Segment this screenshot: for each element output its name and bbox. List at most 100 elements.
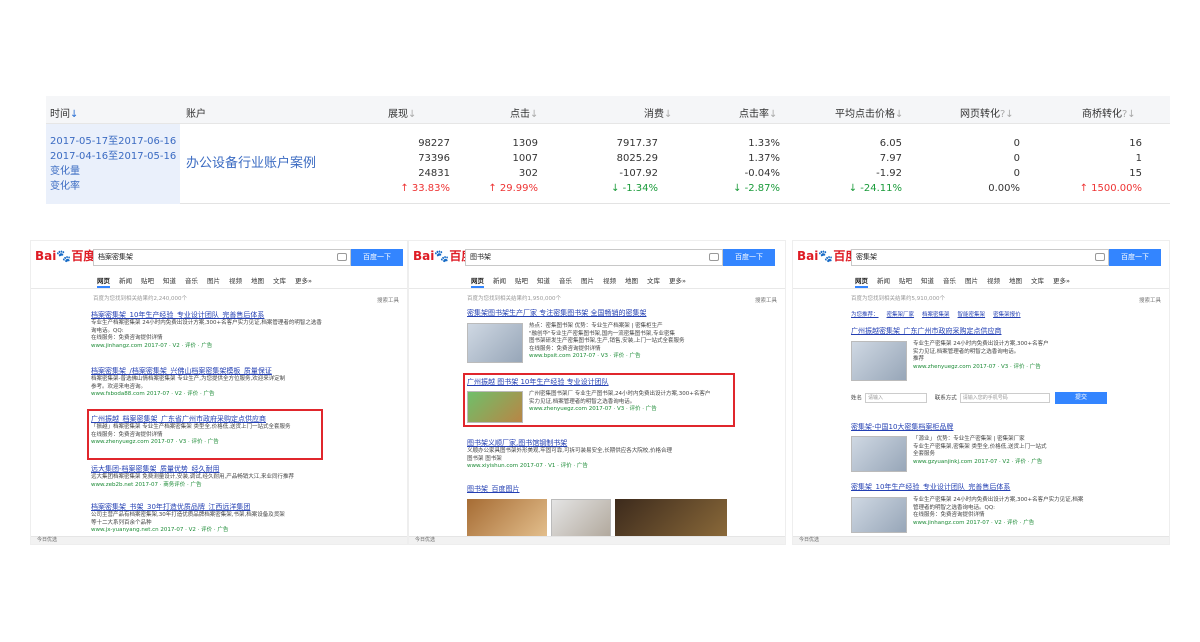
cabinet-thumbnail[interactable] xyxy=(851,341,907,381)
result-url[interactable]: www.xiyishun.com 2017-07 · V1 · 评价 · 广告 xyxy=(467,463,672,471)
camera-icon[interactable] xyxy=(709,253,719,261)
tab-item[interactable]: 密集架报价 xyxy=(993,312,1021,318)
tab-item[interactable]: 档案密集架 xyxy=(922,312,950,318)
tab-item[interactable]: 新闻 xyxy=(119,275,132,285)
result-title-link[interactable]: 密集架_10年生产经验_专业设计团队_完善售后体系 xyxy=(851,483,1010,492)
tab-item[interactable]: 知道 xyxy=(163,275,176,285)
col-cost[interactable]: 消费↓ xyxy=(644,105,672,120)
result-url[interactable]: www.gzyuanjinkj.com 2017-07 · V2 · 评价 · … xyxy=(913,459,1047,467)
period-previous: 2017-04-16至2017-05-16 xyxy=(50,151,177,162)
tab-item[interactable]: 更多» xyxy=(295,275,312,285)
tab-item[interactable]: 音乐 xyxy=(943,275,956,285)
cabinet-thumbnail-2[interactable] xyxy=(851,436,907,472)
tab-item[interactable]: 图片 xyxy=(965,275,978,285)
camera-icon[interactable] xyxy=(1095,253,1105,261)
result-count: 百度为您找到相关结果约2,240,000个 xyxy=(93,296,187,302)
baidu-logo[interactable]: Bai🐾百度 xyxy=(35,248,95,264)
tab-item[interactable]: 视频 xyxy=(229,275,242,285)
tab-item[interactable]: 文库 xyxy=(1031,275,1044,285)
tab-item[interactable]: 地图 xyxy=(625,275,638,285)
result-url[interactable]: www.bpsit.com 2017-07 · V3 · 评价 · 广告 xyxy=(529,353,685,361)
tab-item[interactable]: 贴吧 xyxy=(141,275,154,285)
search-tools[interactable]: 搜索工具 xyxy=(1139,296,1161,304)
search-tools[interactable]: 搜索工具 xyxy=(755,296,777,304)
tab-item[interactable]: 地图 xyxy=(1009,275,1022,285)
tab-item[interactable]: 视频 xyxy=(603,275,616,285)
col-time[interactable]: 时间↓ xyxy=(50,105,78,120)
result-title-link[interactable]: 密集架图书架生产厂家 专注密集图书架 全国畅销的密集架 xyxy=(467,309,646,318)
tab-item[interactable]: 密集架厂家 xyxy=(887,312,915,318)
result-url[interactable]: www.zhenyuegz.com 2017-07 · V3 · 评价 · 广告 xyxy=(913,364,1049,372)
result-title-link[interactable]: 广州振越密集架_广东广州市政府采购定点供应商 xyxy=(851,327,1002,336)
result-title-link[interactable]: 远大集团-档案密集架_质量优势_经久耐用 xyxy=(91,465,294,474)
tab-item[interactable]: 网页 xyxy=(471,275,484,288)
result-title-link[interactable]: 图书架_百度图片 xyxy=(467,485,520,494)
tab-item[interactable]: 网页 xyxy=(855,275,868,288)
result-title-link[interactable]: 档案密集架_/档案密集架_兴佛山档案密集架模板_质量保证 xyxy=(91,367,285,376)
search-input[interactable]: 档案密集架 xyxy=(93,249,351,266)
baidu-logo[interactable]: Bai🐾百度 xyxy=(797,248,857,264)
stat-cell: 1.37% xyxy=(748,153,780,164)
cabinet-thumbnail-3[interactable] xyxy=(851,497,907,533)
result-url[interactable]: www.jx-yuanyang.net.cn 2017-07 · V2 · 评价… xyxy=(91,527,285,535)
search-input[interactable]: 图书架 xyxy=(465,249,723,266)
tab-item[interactable]: 文库 xyxy=(273,275,286,285)
contact-input[interactable]: 请输入您的手机号码 xyxy=(959,393,1050,403)
image-result-2[interactable] xyxy=(551,499,611,539)
col-impressions[interactable]: 展现↓ xyxy=(388,105,416,120)
divider xyxy=(793,288,1169,289)
tab-item[interactable]: 音乐 xyxy=(185,275,198,285)
search-button[interactable]: 百度一下 xyxy=(723,249,775,266)
tab-item[interactable]: 贴吧 xyxy=(515,275,528,285)
tab-item[interactable]: 更多» xyxy=(1053,275,1070,285)
tab-item[interactable]: 视频 xyxy=(987,275,1000,285)
highlight-box xyxy=(87,409,323,460)
col-ctr[interactable]: 点击率↓ xyxy=(739,105,777,120)
result-url[interactable]: www.zeb2b.net 2017-07 · 商务评价 · 广告 xyxy=(91,482,294,490)
image-result-3[interactable] xyxy=(615,499,727,539)
result-title-link[interactable]: 档案密集架_书架_30年打造优质品牌_江西远洋集团 xyxy=(91,503,285,512)
submit-button[interactable]: 提交 xyxy=(1055,392,1107,404)
image-result-1[interactable] xyxy=(467,499,547,539)
col-avg-cpc[interactable]: 平均点击价格↓ xyxy=(835,105,903,120)
tab-item[interactable]: 文库 xyxy=(647,275,660,285)
name-input[interactable]: 请输入 xyxy=(865,393,928,403)
tab-item[interactable]: 知道 xyxy=(921,275,934,285)
search-button[interactable]: 百度一下 xyxy=(1109,249,1161,266)
tab-item[interactable]: 网页 xyxy=(97,275,110,288)
camera-icon[interactable] xyxy=(337,253,347,261)
tab-item[interactable]: 更多» xyxy=(669,275,686,285)
col-clicks[interactable]: 点击↓ xyxy=(510,105,538,120)
result-url[interactable]: www.zhenyuegz.com 2017-07 · V3 · 评价 · 广告 xyxy=(529,406,710,414)
result-title-link[interactable]: 档案密集架_10年生产经验_专业设计团队_完善售后体系 xyxy=(91,311,322,320)
tab-item[interactable]: 知道 xyxy=(537,275,550,285)
library-thumbnail[interactable] xyxy=(467,391,523,423)
result-title-link[interactable]: 广州振越 图书架 10年生产经验 专业设计团队 xyxy=(467,378,609,387)
recommend-tabs[interactable]: 为您推荐： 密集架厂家 档案密集架 智能密集架 密集架报价 xyxy=(851,310,1029,318)
tab-item[interactable]: 智能密集架 xyxy=(958,312,986,318)
tab-item[interactable]: 新闻 xyxy=(877,275,890,285)
result-url[interactable]: www.fsboda88.com 2017-07 · V2 · 评价 · 广告 xyxy=(91,391,285,399)
stat-cell: 0.00% xyxy=(988,183,1020,194)
tab-item[interactable]: 新闻 xyxy=(493,275,506,285)
result-url[interactable]: www.jinhangz.com 2017-07 · V2 · 评价 · 广告 xyxy=(91,343,322,351)
col-bridge-conv[interactable]: 商桥转化?↓ xyxy=(1082,105,1136,120)
search-input[interactable]: 密集架 xyxy=(851,249,1109,266)
result-description: 档案密集架-普选佛山情档案密集架 专业生产,为您提供全方位服务,欢迎来详定制 xyxy=(91,376,286,382)
stat-cell: 1309 xyxy=(512,138,538,149)
stat-cell: -0.04% xyxy=(744,168,780,179)
tab-item[interactable]: 图片 xyxy=(207,275,220,285)
tab-item[interactable]: 音乐 xyxy=(559,275,572,285)
search-button[interactable]: 百度一下 xyxy=(351,249,403,266)
search-tools[interactable]: 搜索工具 xyxy=(377,296,399,304)
result-title-link[interactable]: 图书架义顺厂家,图书馆钢制书架 xyxy=(467,439,672,448)
tab-item[interactable]: 地图 xyxy=(251,275,264,285)
tab-item[interactable]: 图片 xyxy=(581,275,594,285)
col-web-conv[interactable]: 网页转化?↓ xyxy=(960,105,1014,120)
result-url[interactable]: www.jinhangz.com 2017-07 · V2 · 评价 · 广告 xyxy=(913,520,1083,528)
stat-cell: 1 xyxy=(1135,153,1142,164)
tab-item[interactable]: 为您推荐： xyxy=(851,312,879,318)
shelf-thumbnail[interactable] xyxy=(467,323,523,363)
result-title-link[interactable]: 密集架-中国10大密集档案柜品牌 xyxy=(851,423,953,432)
tab-item[interactable]: 贴吧 xyxy=(899,275,912,285)
